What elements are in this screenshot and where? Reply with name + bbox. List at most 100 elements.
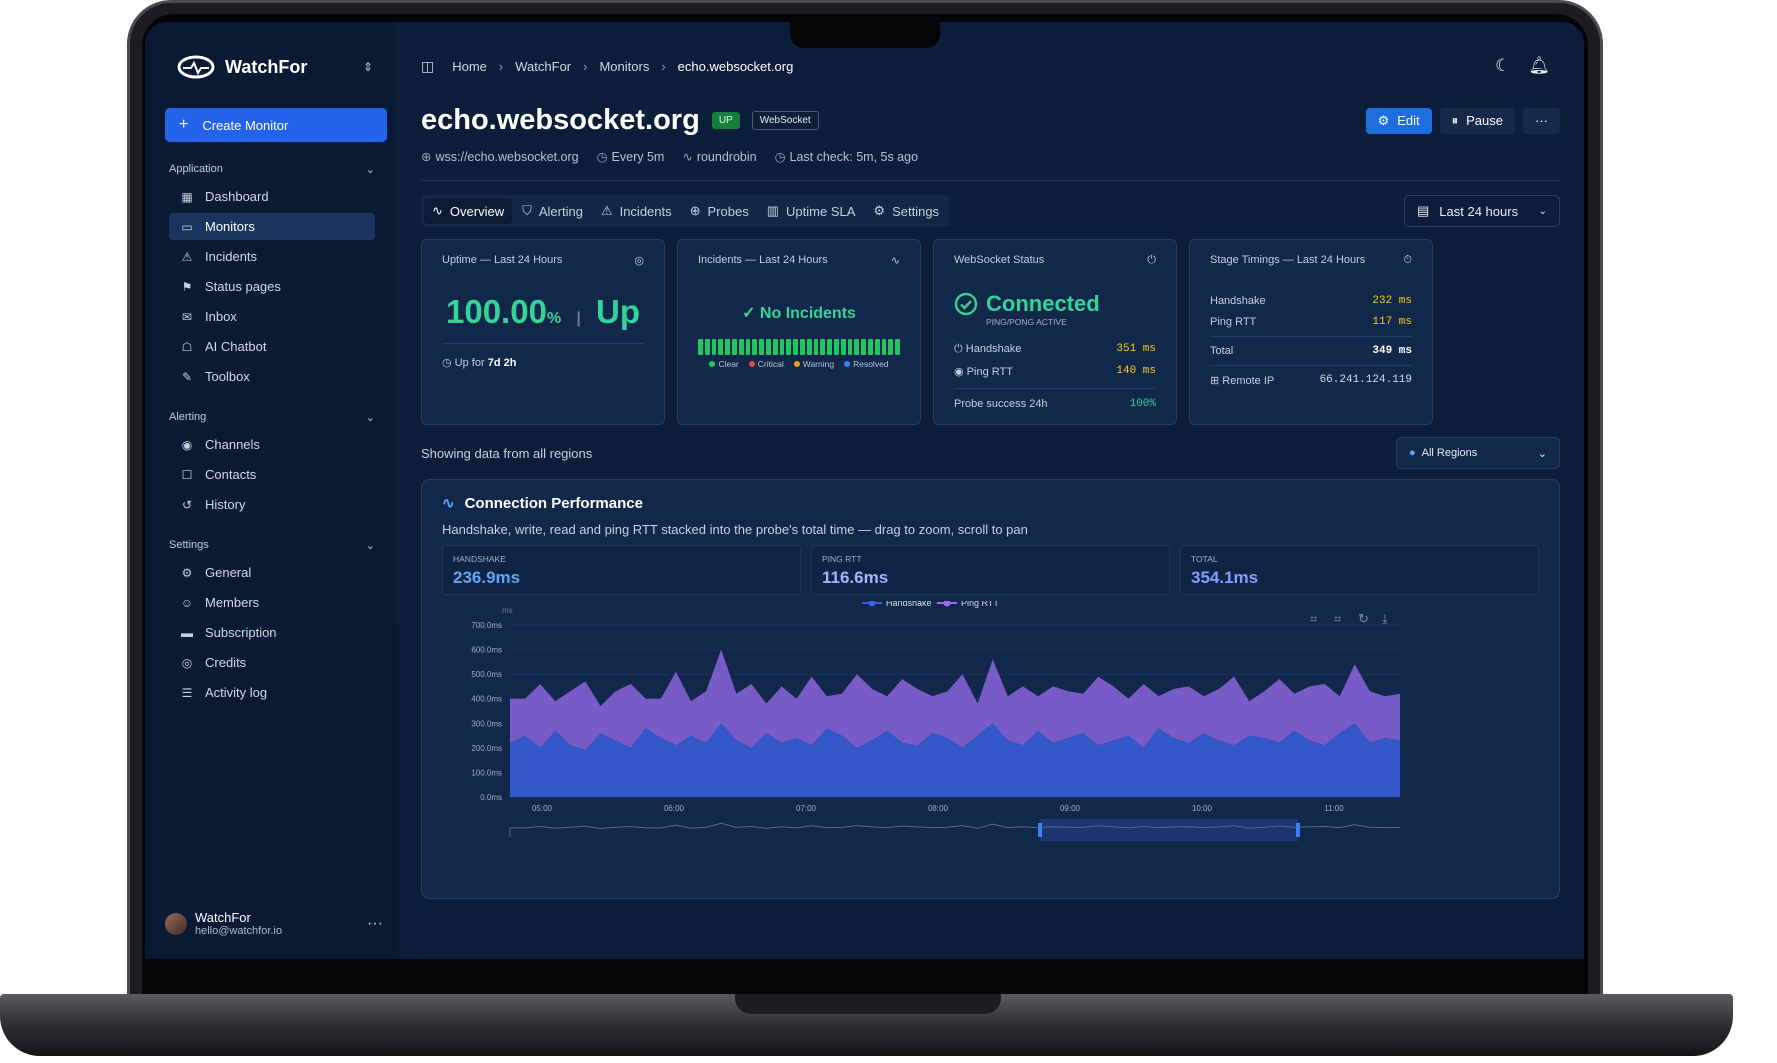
- performance-chart[interactable]: ms 0.0ms 100.0ms 200.0ms 300.0ms 400.0ms 500.0…: [442, 598, 1412, 851]
- incident-legend: Clear Critical Warning Resolved: [698, 359, 900, 369]
- incident-bar[interactable]: [854, 339, 860, 355]
- incident-bar[interactable]: [827, 339, 832, 355]
- incident-bar[interactable]: [779, 339, 785, 355]
- region-select[interactable]: ● All Regions ⌄: [1396, 437, 1560, 469]
- sidebar-item-history[interactable]: ↺ History: [169, 491, 375, 518]
- incident-bar[interactable]: [704, 339, 710, 355]
- nav-section-header[interactable]: Settings ⌄: [165, 534, 387, 556]
- incident-bar[interactable]: [711, 339, 717, 355]
- sidebar-item-general[interactable]: ⚙ General: [169, 559, 375, 586]
- network-icon: ⊞: [1210, 375, 1220, 387]
- incident-bar[interactable]: [847, 339, 853, 355]
- tab-settings[interactable]: ⚙ Settings: [865, 198, 947, 224]
- incident-bar[interactable]: [888, 339, 894, 355]
- create-monitor-button[interactable]: + Create Monitor: [165, 108, 387, 142]
- nav-section-header[interactable]: Application ⌄: [165, 158, 387, 180]
- tab-uptime-sla[interactable]: ▥ Uptime SLA: [759, 198, 864, 224]
- sidebar-item-channels[interactable]: ◉ Channels: [169, 431, 375, 458]
- sidebar-item-dashboard[interactable]: ▦ Dashboard: [169, 183, 375, 210]
- sidebar-item-members[interactable]: ☺ Members: [169, 589, 375, 616]
- time-range-select[interactable]: ▤ Last 24 hours ⌄: [1404, 195, 1560, 227]
- y-tick-label: 700.0ms: [471, 621, 502, 630]
- sidebar-item-ai-chatbot[interactable]: ☖ AI Chatbot: [169, 333, 375, 360]
- bell-icon[interactable]: 🔔︎: [1528, 56, 1550, 76]
- sidebar-item-activity-log[interactable]: ☰ Activity log: [169, 679, 375, 706]
- ws-ping-label: Ping RTT: [966, 366, 1013, 378]
- tab-bar: ∿ Overview ⛉ Alerting ⚠ Incidents ⊕ Probes ▥ Upti…: [421, 195, 951, 227]
- zoom-icon[interactable]: ⌗: [1310, 611, 1318, 626]
- incident-bar[interactable]: [759, 339, 765, 355]
- websocket-card-title: WebSocket Status: [954, 254, 1045, 266]
- monitor-strategy: roundrobin: [696, 150, 757, 164]
- incident-bar[interactable]: [861, 339, 866, 355]
- incident-bar[interactable]: [732, 339, 737, 355]
- edit-button[interactable]: ⚙ Edit: [1365, 107, 1432, 134]
- incident-bar[interactable]: [718, 339, 724, 355]
- brand[interactable]: WatchFor ⇕: [177, 50, 387, 84]
- incident-bar[interactable]: [800, 339, 805, 355]
- download-icon[interactable]: ⤓: [1382, 611, 1388, 626]
- sidebar-item-toolbox[interactable]: ✎ Toolbox: [169, 363, 375, 390]
- zoom-handle-right[interactable]: [1296, 823, 1300, 837]
- sidebar-item-status-pages[interactable]: ⚑ Status pages: [169, 273, 375, 300]
- incident-bar[interactable]: [806, 339, 812, 355]
- moon-icon[interactable]: ☾: [1495, 56, 1510, 76]
- more-actions-button[interactable]: ···: [1523, 107, 1560, 134]
- workspace-switch-icon[interactable]: ⇕: [363, 60, 373, 74]
- breadcrumb-monitors[interactable]: Monitors: [599, 59, 649, 74]
- legend-dot: [748, 361, 755, 367]
- sidebar-item-contacts[interactable]: ☐ Contacts: [169, 461, 375, 488]
- tab-probes[interactable]: ⊕ Probes: [682, 198, 757, 224]
- timing-handshake-label: Handshake: [1210, 295, 1266, 307]
- user-profile[interactable]: WatchFor hello@watchfor.io ···: [165, 910, 383, 937]
- create-monitor-label: Create Monitor: [202, 117, 289, 133]
- incident-bar[interactable]: [752, 339, 758, 355]
- breadcrumb-workspace[interactable]: WatchFor: [515, 59, 571, 74]
- chevron-right-icon: ›: [498, 58, 504, 74]
- incident-bar[interactable]: [840, 339, 846, 355]
- incident-bar[interactable]: [793, 339, 798, 355]
- sidebar-item-monitors[interactable]: ▭ Monitors: [169, 213, 375, 240]
- bot-icon: ☖: [181, 339, 193, 354]
- incident-bar[interactable]: [833, 339, 839, 355]
- siren-icon: ⚠: [600, 203, 613, 218]
- sidebar-toggle-icon[interactable]: ◫: [421, 58, 434, 75]
- check-circle-icon: ✓: [742, 305, 756, 322]
- sidebar-item-label: Subscription: [205, 625, 277, 640]
- tab-label: Settings: [892, 203, 940, 219]
- incident-bar[interactable]: [874, 339, 880, 355]
- incident-bar[interactable]: [813, 339, 819, 355]
- incident-bar[interactable]: [725, 339, 731, 355]
- zoom-reset-icon[interactable]: ⌗: [1334, 611, 1342, 626]
- tab-overview[interactable]: ∿ Overview: [424, 198, 513, 224]
- pause-button[interactable]: ⏸︎ Pause: [1439, 107, 1515, 134]
- more-icon[interactable]: ···: [367, 915, 383, 933]
- incident-bar[interactable]: [820, 339, 826, 355]
- sidebar-item-credits[interactable]: ◎ Credits: [169, 649, 375, 676]
- incident-bar[interactable]: [786, 339, 792, 355]
- tab-incidents[interactable]: ⚠ Incidents: [593, 198, 680, 224]
- incident-bar[interactable]: [766, 339, 771, 355]
- user-name: WatchFor: [195, 910, 251, 925]
- plug-icon: ⏻: [1147, 254, 1156, 266]
- incident-bar[interactable]: [745, 339, 751, 355]
- activity-icon: ∿: [432, 203, 443, 218]
- incident-bar[interactable]: [867, 339, 873, 355]
- zoom-handle-left[interactable]: [1038, 823, 1042, 837]
- tab-alerting[interactable]: ⛉ Alerting: [514, 198, 591, 224]
- nav-section-header[interactable]: Alerting ⌄: [165, 406, 387, 428]
- sidebar-item-label: Inbox: [205, 309, 237, 324]
- refresh-icon[interactable]: ↻: [1358, 611, 1369, 626]
- incident-bar[interactable]: [772, 339, 778, 355]
- incident-bar[interactable]: [698, 339, 703, 355]
- main-content: ◫ Home › WatchFor › Monitors › echo.webs…: [397, 22, 1584, 959]
- sidebar-item-inbox[interactable]: ✉ Inbox: [169, 303, 375, 330]
- stat-label: PING RTT: [822, 554, 862, 564]
- legend-label: Clear: [718, 359, 739, 369]
- incident-bar[interactable]: [881, 339, 887, 355]
- sidebar-item-incidents[interactable]: ⚠ Incidents: [169, 243, 375, 270]
- breadcrumb-home[interactable]: Home: [452, 59, 487, 74]
- incident-bar[interactable]: [895, 339, 900, 355]
- sidebar-item-subscription[interactable]: ▬ Subscription: [169, 619, 375, 646]
- incident-bar[interactable]: [738, 339, 744, 355]
